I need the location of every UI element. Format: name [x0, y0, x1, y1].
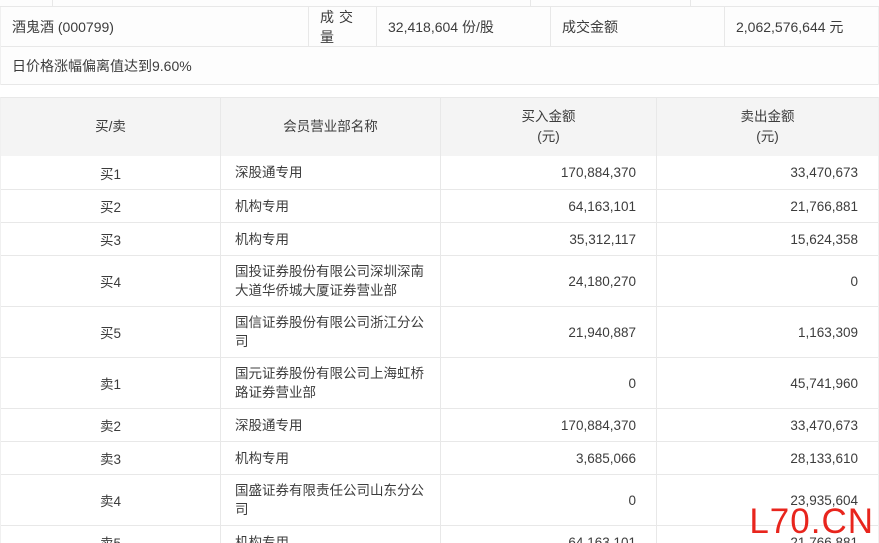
rank-cell: 卖5: [1, 526, 220, 543]
rank-cell: 卖4: [1, 475, 220, 525]
rank-cell: 卖2: [1, 409, 220, 441]
table-row: 卖5 机构专用 64,163,101 21,766,881: [1, 525, 878, 543]
header-buy-amount: 买入金额 (元): [440, 98, 656, 156]
cropped-previous-row-strip: [0, 0, 879, 7]
table-row: 买1 深股通专用 170,884,370 33,470,673: [1, 156, 878, 189]
table-row: 卖1 国元证券股份有限公司上海虹桥路证券营业部 0 45,741,960: [1, 357, 878, 408]
sell-amount-cell: 1,163,309: [656, 307, 878, 357]
branch-cell: 国信证券股份有限公司浙江分公司: [220, 307, 440, 357]
table-row: 卖3 机构专用 3,685,066 28,133,610: [1, 441, 878, 474]
sell-amount-cell: 15,624,358: [656, 223, 878, 255]
sell-amount-cell: 0: [656, 256, 878, 306]
header-side: 买/卖: [1, 98, 220, 156]
table-header-row: 买/卖 会员营业部名称 买入金额 (元) 卖出金额 (元): [1, 98, 878, 156]
buy-amount-cell: 35,312,117: [440, 223, 656, 255]
sell-amount-cell: 21,766,881: [656, 526, 878, 543]
stock-name-code: 酒鬼酒 (000799): [1, 7, 308, 47]
buy-amount-cell: 3,685,066: [440, 442, 656, 474]
sell-amount-cell: 28,133,610: [656, 442, 878, 474]
table-body: 买1 深股通专用 170,884,370 33,470,673 买2 机构专用 …: [1, 156, 878, 543]
turnover-value: 2,062,576,644 元: [724, 7, 878, 47]
divider: [52, 0, 53, 6]
branch-cell: 机构专用: [220, 223, 440, 255]
sell-amount-cell: 33,470,673: [656, 409, 878, 441]
branch-cell: 机构专用: [220, 190, 440, 222]
price-deviation-notice: 日价格涨幅偏离值达到9.60%: [1, 47, 878, 85]
rank-cell: 买1: [1, 156, 220, 189]
buy-amount-cell: 170,884,370: [440, 409, 656, 441]
table-row: 卖4 国盛证券有限责任公司山东分公司 0 23,935,604: [1, 474, 878, 525]
buy-amount-cell: 21,940,887: [440, 307, 656, 357]
rank-cell: 买3: [1, 223, 220, 255]
buy-amount-cell: 0: [440, 358, 656, 408]
volume-value: 32,418,604 份/股: [376, 7, 550, 47]
table-row: 买2 机构专用 64,163,101 21,766,881: [1, 189, 878, 222]
sell-amount-cell: 23,935,604: [656, 475, 878, 525]
section-gap: [0, 85, 879, 97]
rank-cell: 买4: [1, 256, 220, 306]
header-branch: 会员营业部名称: [220, 98, 440, 156]
divider: [690, 0, 691, 6]
header-sell-amount: 卖出金额 (元): [656, 98, 878, 156]
rank-cell: 买5: [1, 307, 220, 357]
sell-amount-cell: 21,766,881: [656, 190, 878, 222]
table-row: 卖2 深股通专用 170,884,370 33,470,673: [1, 408, 878, 441]
sell-amount-cell: 33,470,673: [656, 156, 878, 189]
turnover-label: 成交金额: [550, 7, 724, 47]
branch-cell: 国盛证券有限责任公司山东分公司: [220, 475, 440, 525]
buy-amount-cell: 64,163,101: [440, 190, 656, 222]
buy-amount-cell: 64,163,101: [440, 526, 656, 543]
trading-disclosure-page: 酒鬼酒 (000799) 成交量 32,418,604 份/股 成交金额 2,0…: [0, 0, 879, 543]
buy-amount-cell: 24,180,270: [440, 256, 656, 306]
volume-label: 成交量: [308, 7, 376, 47]
branch-cell: 国投证券股份有限公司深圳深南大道华侨城大厦证券营业部: [220, 256, 440, 306]
divider: [530, 0, 531, 6]
branch-cell: 深股通专用: [220, 409, 440, 441]
table-row: 买5 国信证券股份有限公司浙江分公司 21,940,887 1,163,309: [1, 306, 878, 357]
rank-cell: 卖3: [1, 442, 220, 474]
branch-cell: 机构专用: [220, 442, 440, 474]
branch-cell: 机构专用: [220, 526, 440, 543]
rank-cell: 卖1: [1, 358, 220, 408]
branch-cell: 国元证券股份有限公司上海虹桥路证券营业部: [220, 358, 440, 408]
sell-amount-cell: 45,741,960: [656, 358, 878, 408]
rank-cell: 买2: [1, 190, 220, 222]
buy-amount-cell: 170,884,370: [440, 156, 656, 189]
branch-cell: 深股通专用: [220, 156, 440, 189]
table-row: 买3 机构专用 35,312,117 15,624,358: [1, 222, 878, 255]
table-row: 买4 国投证券股份有限公司深圳深南大道华侨城大厦证券营业部 24,180,270…: [1, 255, 878, 306]
stock-summary-row: 酒鬼酒 (000799) 成交量 32,418,604 份/股 成交金额 2,0…: [1, 7, 878, 47]
stock-summary-section: 酒鬼酒 (000799) 成交量 32,418,604 份/股 成交金额 2,0…: [0, 7, 879, 85]
buy-amount-cell: 0: [440, 475, 656, 525]
broker-rankings-table: 买/卖 会员营业部名称 买入金额 (元) 卖出金额 (元) 买1 深股通专用 1…: [0, 97, 879, 543]
